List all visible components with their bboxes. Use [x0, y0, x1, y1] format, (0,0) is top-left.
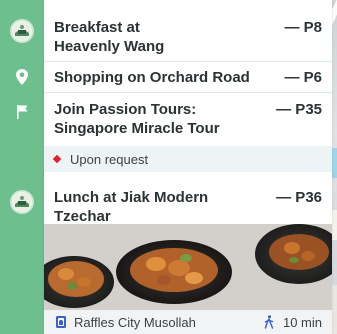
diamond-icon	[52, 154, 62, 164]
restaurant-logo-icon[interactable]	[9, 189, 35, 215]
page-reference: — P8	[284, 19, 322, 36]
walk-time-text: 10 min	[282, 314, 322, 330]
itinerary-card: Breakfast at Heavenly Wang — P8 Shopping…	[44, 0, 332, 334]
itinerary-item[interactable]: Join Passion Tours: Singapore Miracle To…	[44, 100, 332, 138]
divider	[44, 61, 332, 62]
itinerary-item-title: Shopping on Orchard Road	[54, 69, 250, 86]
place-name: Raffles City Musollah	[74, 314, 196, 330]
itinerary-item[interactable]: Shopping on Orchard Road — P6	[44, 68, 332, 87]
food-photo	[44, 224, 332, 310]
itinerary-item-title: Lunch at Jiak Modern Tzechar	[54, 189, 209, 225]
heavenly-wang-logo-icon[interactable]	[9, 18, 35, 44]
request-note: Upon request	[44, 146, 332, 172]
mosque-icon	[54, 315, 68, 329]
page-reference: — P35	[276, 101, 322, 118]
flag-icon[interactable]	[9, 99, 35, 125]
nearby-place[interactable]: Raffles City Musollah	[54, 315, 196, 330]
note-text: Upon request	[70, 151, 149, 167]
page-reference: — P6	[284, 69, 322, 86]
walking-time: 10 min	[263, 315, 322, 330]
itinerary-item-title: Breakfast at Heavenly Wang	[54, 19, 165, 55]
page-reference: — P36	[276, 189, 322, 206]
location-pin-icon[interactable]	[9, 64, 35, 90]
itinerary-rail	[0, 0, 44, 334]
divider	[44, 92, 332, 93]
itinerary-item-title: Join Passion Tours: Singapore Miracle To…	[54, 101, 220, 137]
walking-person-icon	[263, 315, 277, 329]
location-footer: Raffles City Musollah 10 min	[44, 310, 332, 334]
itinerary-item[interactable]: Lunch at Jiak Modern Tzechar — P36	[44, 188, 332, 226]
itinerary-item[interactable]: Breakfast at Heavenly Wang — P8	[44, 18, 332, 56]
